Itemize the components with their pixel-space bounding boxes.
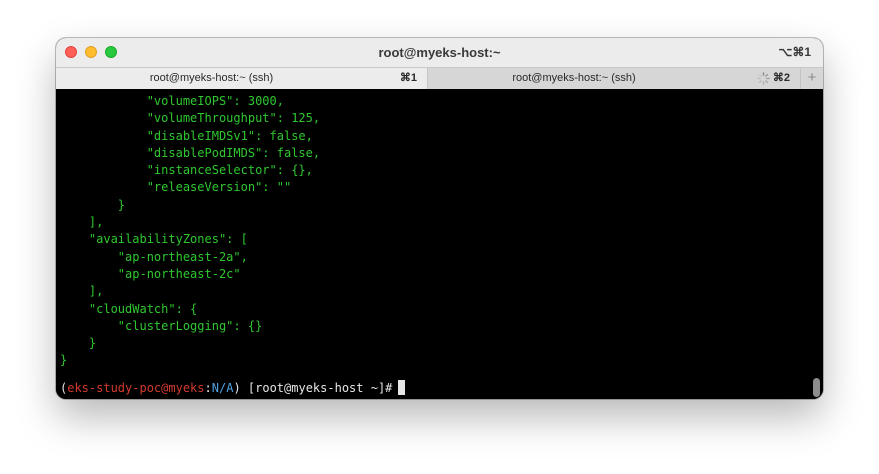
prompt-separator: :: [204, 381, 212, 395]
prompt-user-host: [root@myeks-host ~]#: [240, 381, 393, 395]
terminal-line: }: [60, 197, 126, 212]
terminal-line: "cloudWatch": {: [60, 301, 198, 316]
prompt-kube-context: eks-study-poc@myeks: [67, 381, 205, 395]
tab-2-shortcut: ⌘2: [772, 72, 790, 84]
terminal-line: "ap-northeast-2c": [60, 266, 241, 281]
terminal-line: "clusterLogging": {}: [60, 318, 263, 333]
terminal-line: "volumeIOPS": 3000,: [60, 94, 284, 108]
prompt-kube-namespace: N/A: [211, 381, 234, 395]
shell-prompt[interactable]: (eks-study-poc@myeks:N/A) [root@myeks-ho…: [60, 380, 406, 397]
terminal-output-area[interactable]: "volumeIOPS": 3000, "volumeThroughput": …: [56, 89, 823, 399]
scrollbar-thumb[interactable]: [813, 378, 820, 397]
terminal-line: "disablePodIMDS": false,: [60, 145, 321, 160]
loading-spinner-icon: [757, 72, 770, 85]
window-shortcut: ⌥⌘1: [778, 45, 811, 59]
window-title: root@myeks-host:~: [378, 45, 501, 60]
new-tab-button[interactable]: +: [800, 68, 823, 89]
terminal-line: "releaseVersion": "": [60, 180, 292, 195]
terminal-line: "ap-northeast-2a",: [60, 249, 248, 264]
terminal-window: root@myeks-host:~ ⌥⌘1 root@myeks-host:~ …: [56, 38, 823, 399]
tab-2-label: root@myeks-host:~ (ssh): [512, 72, 636, 84]
tab-1-label: root@myeks-host:~ (ssh): [149, 72, 274, 84]
terminal-line: "instanceSelector": {},: [60, 163, 313, 178]
tab-1[interactable]: root@myeks-host:~ (ssh) ⌘1: [56, 68, 427, 89]
terminal-line: }: [60, 353, 68, 368]
terminal-line: "disableIMDSv1": false,: [60, 128, 313, 143]
terminal-line: }: [60, 336, 97, 351]
terminal-line: ],: [60, 284, 104, 299]
terminal-line: ],: [60, 215, 104, 230]
tab-2[interactable]: root@myeks-host:~ (ssh) ⌘2: [427, 68, 800, 89]
tab-bar: root@myeks-host:~ (ssh) ⌘1 root@myeks-ho…: [56, 67, 823, 89]
title-bar[interactable]: root@myeks-host:~ ⌥⌘1: [56, 38, 823, 67]
tab-1-shortcut: ⌘1: [399, 72, 417, 84]
terminal-line: "volumeThroughput": 125,: [60, 111, 321, 126]
prompt-close-paren: ): [233, 381, 241, 395]
terminal-line: "availabilityZones": [: [60, 232, 248, 247]
text-cursor: [398, 380, 406, 395]
terminal-output: "volumeIOPS": 3000, "volumeThroughput": …: [60, 93, 320, 370]
